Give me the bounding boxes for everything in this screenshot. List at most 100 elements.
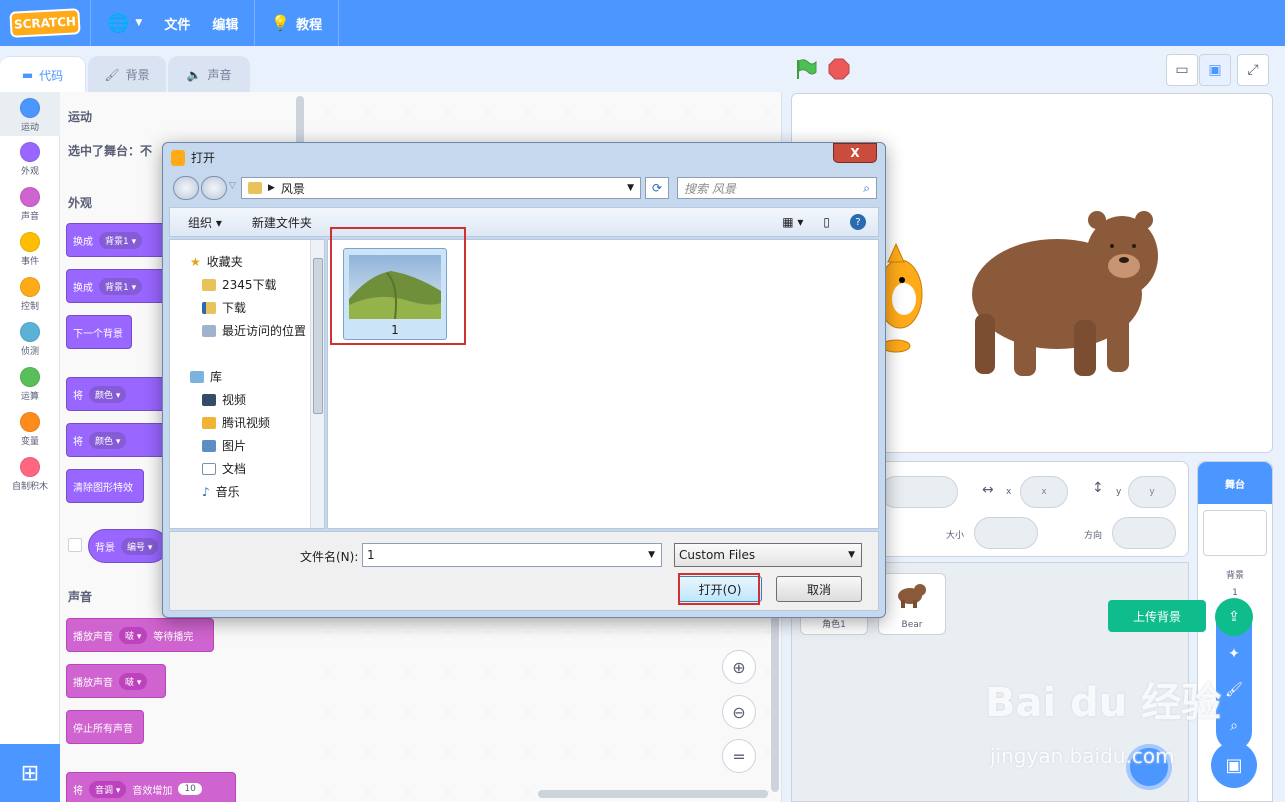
sound-effect-dropdown[interactable]: 音调 ▾ [89,780,127,798]
category-looks[interactable]: 外观 [0,142,60,177]
x-input[interactable]: x [1020,476,1068,508]
category-operators[interactable]: 运算 [0,367,60,402]
back-button[interactable] [173,176,199,200]
reporter-checkbox[interactable] [68,538,82,552]
sprite-name-field[interactable] [880,476,958,508]
small-stage-button[interactable]: ▭ [1166,54,1198,86]
change-effect-block[interactable]: 将 颜色 ▾ [66,377,166,411]
category-dot-icon [20,232,40,252]
switch-backdrop-block[interactable]: 换成 背景1 ▾ [66,223,166,257]
backdrop-dropdown[interactable]: 背景1 ▾ [99,231,143,249]
sound-dropdown[interactable]: 啵 ▾ [119,626,148,644]
next-backdrop-block[interactable]: 下一个背景 [66,315,132,349]
upload-backdrop-button[interactable]: ⇪ [1215,598,1253,636]
zoom-in-button[interactable]: ⊕ [722,650,756,684]
file-menu[interactable]: 文件 [158,14,196,33]
nav-downloads[interactable]: 下载 [202,299,246,316]
new-folder-button[interactable]: 新建文件夹 [252,214,312,231]
address-bar[interactable]: ▶ 风景 ▼ [241,177,641,199]
switch-backdrop-wait-block[interactable]: 换成 背景1 ▾ [66,269,166,303]
language-menu[interactable]: 🌐 ▼ [101,13,148,34]
nav-tencent-video[interactable]: 腾讯视频 [202,414,270,431]
dialog-close-button[interactable]: X [833,143,877,163]
search-backdrop-button[interactable]: ⌕ [1216,708,1252,744]
code-scrollbar-horizontal[interactable] [538,790,768,798]
edit-menu[interactable]: 编辑 [206,14,244,33]
category-events[interactable]: 事件 [0,232,60,267]
help-button[interactable]: ? [850,214,866,230]
filetype-select[interactable]: Custom Files ▼ [674,543,862,567]
set-effect-block[interactable]: 将 颜色 ▾ [66,423,166,457]
category-control[interactable]: 控制 [0,277,60,312]
chevron-down-icon: ▼ [135,18,143,28]
nav-music[interactable]: ♪ 音乐 [202,483,240,500]
effect-amount-input[interactable]: 10 [178,783,202,795]
tab-backdrops-label: 背景 [125,68,150,82]
category-variables[interactable]: 变量 [0,412,60,447]
stop-button[interactable] [828,58,850,80]
forward-button[interactable] [201,176,227,200]
nav-recent-places[interactable]: 最近访问的位置 [202,322,306,339]
tab-backdrops[interactable]: 🖌 背景 [88,56,166,92]
stage-thumbnail[interactable] [1203,510,1267,556]
nav-libraries[interactable]: 库 [190,368,222,385]
add-extension-button[interactable]: ⊞ [0,744,60,802]
fullscreen-button[interactable]: ⤢ [1237,54,1269,86]
view-options-button[interactable]: ▦ ▾ [782,215,803,229]
y-input[interactable]: y [1128,476,1176,508]
filename-input[interactable]: 1 ▼ [362,543,662,567]
green-flag-button[interactable] [794,58,818,80]
category-sound[interactable]: 声音 [0,187,60,222]
direction-input[interactable] [1112,517,1176,549]
category-motion[interactable]: 运动 [0,92,60,136]
stop-all-sounds-block[interactable]: 停止所有声音 [66,710,144,744]
history-dropdown-icon[interactable]: ▽ [229,181,236,191]
search-icon: ⌕ [863,180,870,195]
category-dot-icon [20,457,40,477]
scratch-logo[interactable]: SCRATCH [9,8,81,38]
category-label: 控制 [20,302,39,312]
start-sound-block[interactable]: 播放声音 啵 ▾ [66,664,166,698]
size-input[interactable] [974,517,1038,549]
backdrop-dropdown[interactable]: 背景1 ▾ [99,277,143,295]
nav-videos[interactable]: 视频 [202,391,246,408]
category-dot-icon [20,277,40,297]
sprite-thumb[interactable]: Bear [878,573,946,635]
breadcrumb-current[interactable]: 风景 [281,180,305,197]
backdrop-number-reporter[interactable]: 背景 编号 ▾ [88,529,168,563]
tab-code[interactable]: ▬ 代码 [0,56,86,93]
nav-documents[interactable]: 文档 [202,460,246,477]
looks-heading: 外观 [68,196,93,210]
nav-scroll-thumb[interactable] [313,258,323,414]
number-dropdown[interactable]: 编号 ▾ [121,537,159,555]
refresh-button[interactable]: ⟳ [645,177,669,199]
zoom-reset-button[interactable]: = [722,739,756,773]
clear-effects-block[interactable]: 清除图形特效 [66,469,144,503]
address-dropdown-icon[interactable]: ▼ [627,183,634,193]
large-stage-button[interactable]: ▣ [1199,54,1231,86]
preview-pane-button[interactable]: ▯ [823,215,830,229]
category-dot-icon [20,322,40,342]
sound-dropdown[interactable]: 啵 ▾ [119,672,148,690]
change-sound-effect-block[interactable]: 将 音调 ▾ 音效增加 10 [66,772,236,802]
zoom-out-button[interactable]: ⊖ [722,695,756,729]
search-input[interactable]: 搜索 风景 ⌕ [677,177,877,199]
nav-favorites[interactable]: ★ 收藏夹 [190,253,243,270]
category-sensing[interactable]: 侦测 [0,322,60,357]
paint-backdrop-button[interactable]: 🖌 [1216,672,1252,708]
organize-button[interactable]: 组织 ▾ [188,214,222,231]
open-button-highlight-box [678,573,760,605]
effect-dropdown[interactable]: 颜色 ▾ [89,385,127,403]
cancel-button[interactable]: 取消 [776,576,862,602]
effect-dropdown[interactable]: 颜色 ▾ [89,431,127,449]
play-sound-until-done-block[interactable]: 播放声音 啵 ▾ 等待播完 [66,618,214,652]
nav-pictures[interactable]: 图片 [202,437,246,454]
tab-sounds-label: 声音 [207,68,232,82]
nav-scrollbar[interactable] [310,240,324,528]
surprise-backdrop-button[interactable]: ✦ [1216,636,1252,672]
choose-backdrop-button[interactable]: ▣ [1211,742,1257,788]
nav-2345-downloads[interactable]: 2345下载 [202,276,277,293]
tab-sounds[interactable]: 🔈 声音 [168,56,250,92]
category-my-blocks[interactable]: 自制积木 [0,457,60,492]
tutorials-menu[interactable]: 💡 教程 [265,14,328,33]
